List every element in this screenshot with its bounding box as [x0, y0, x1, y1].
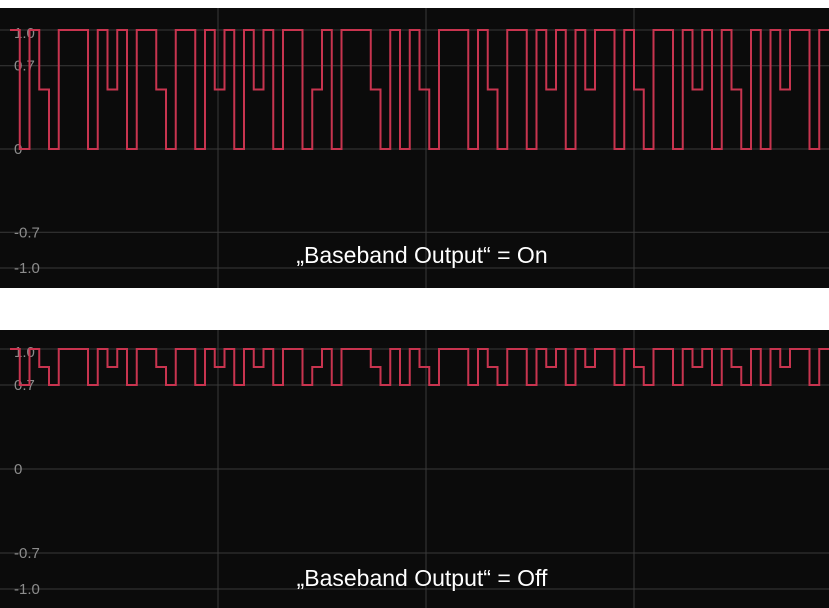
chart-svg-baseband-on: 1.00.70-0.7-1.0„Baseband Output“ = On — [0, 8, 829, 288]
y-tick-label: -1.0 — [14, 260, 40, 277]
chart-caption: „Baseband Output“ = Off — [297, 565, 548, 591]
y-tick-label: 0.7 — [14, 58, 35, 75]
y-tick-labels: 1.00.70-0.7-1.0 — [14, 344, 40, 598]
chart-panel-baseband-on: 1.0 0.7 0 -0.7 -1.0 „Baseband Output“ = On — [0, 8, 829, 288]
y-tick-label: -0.7 — [14, 224, 40, 241]
signal-trace — [10, 348, 829, 386]
chart-caption: „Baseband Output“ = On — [296, 242, 547, 268]
y-tick-labels: 1.00.70-0.7-1.0 — [14, 25, 40, 277]
chart-panel-baseband-off: 1.0 0.7 0 -0.7 -1.0 „Baseband Output“ = Off — [0, 330, 829, 608]
signal-trace — [10, 29, 829, 150]
y-tick-label: -0.7 — [14, 545, 40, 562]
y-tick-label: -1.0 — [14, 581, 40, 598]
y-tick-label: 1.0 — [14, 25, 35, 42]
chart-svg-baseband-off: 1.00.70-0.7-1.0 „Baseband Output“ = Off — [0, 330, 829, 608]
y-tick-label: 0 — [14, 461, 22, 478]
y-tick-label: 1.0 — [14, 344, 35, 361]
